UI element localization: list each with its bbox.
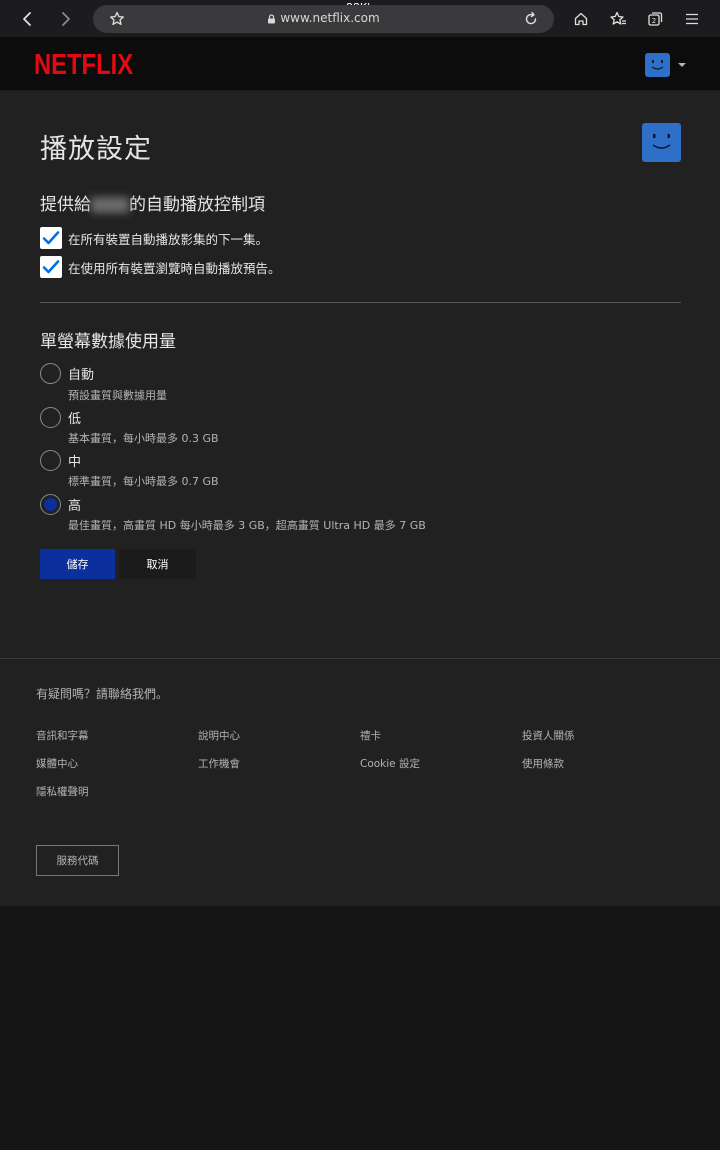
checkmark-icon: [42, 231, 60, 245]
site-footer: 有疑問嗎？請聯絡我們。 音訊和字幕 說明中心 禮卡 投資人關係 媒體中心 工作機…: [0, 658, 720, 906]
playback-settings-panel: 播放設定 提供給 的自動播放控制項 在所有裝置自動播放影集的下一集。 在使用所有裝…: [0, 91, 720, 658]
save-button[interactable]: 儲存: [40, 549, 115, 579]
section-divider: [40, 302, 681, 303]
footer-link-help-center[interactable]: 說明中心: [198, 728, 240, 743]
radio-high[interactable]: [40, 493, 61, 515]
radio-high-description: 最佳畫質，高畫質 HD 每小時最多 3 GB，超高畫質 Ultra HD 最多 …: [68, 519, 426, 532]
cancel-button[interactable]: 取消: [119, 549, 196, 579]
profile-dropdown-caret-icon[interactable]: [678, 63, 686, 67]
radio-high-label: 高: [68, 498, 82, 514]
footer-link-media-center[interactable]: 媒體中心: [36, 756, 78, 771]
data-usage-option-high[interactable]: 高: [40, 493, 81, 515]
footer-link-audio-subtitles[interactable]: 音訊和字幕: [36, 728, 89, 743]
page-bottom-background: [0, 906, 720, 1150]
radio-low-label: 低: [68, 411, 82, 427]
radio-auto-description: 預設畫質與數據用量: [68, 389, 167, 402]
address-bar[interactable]: www.netflix.com: [93, 5, 554, 33]
data-usage-heading: 單螢幕數據使用量: [40, 332, 176, 352]
footer-link-cookie-settings[interactable]: Cookie 設定: [360, 756, 420, 771]
favorites-button[interactable]: [607, 8, 629, 30]
forward-button[interactable]: [55, 8, 77, 30]
reload-icon: [525, 11, 537, 25]
chevron-right-icon: [62, 12, 70, 26]
radio-medium-label: 中: [68, 454, 82, 470]
footer-link-privacy[interactable]: 隱私權聲明: [36, 784, 89, 799]
autoplay-previews-checkbox[interactable]: [40, 256, 62, 278]
blurred-profile-name: [91, 197, 129, 213]
radio-low-description: 基本畫質，每小時最多 0.3 GB: [68, 432, 219, 445]
chevron-left-icon: [23, 12, 31, 26]
autoplay-heading: 提供給 的自動播放控制項: [40, 190, 265, 215]
data-usage-option-low[interactable]: 低: [40, 406, 81, 428]
autoplay-next-episode-label: 在所有裝置自動播放影集的下一集。: [68, 231, 269, 247]
site-header: NETFLIX: [0, 37, 720, 91]
radio-auto[interactable]: [40, 362, 61, 384]
checkmark-icon: [42, 260, 60, 274]
netflix-logo[interactable]: NETFLIX: [34, 50, 133, 80]
radio-low[interactable]: [40, 406, 61, 428]
url-text: www.netflix.com: [280, 11, 380, 25]
lock-icon: [268, 13, 276, 23]
footer-link-investors[interactable]: 投資人關係: [522, 728, 575, 743]
footer-link-gift-cards[interactable]: 禮卡: [360, 728, 381, 743]
profile-avatar[interactable]: [645, 53, 670, 77]
reload-button[interactable]: [520, 8, 542, 30]
menu-button[interactable]: [681, 8, 703, 30]
radio-auto-label: 自動: [68, 367, 95, 383]
radio-medium[interactable]: [40, 449, 61, 471]
hamburger-menu-icon: [686, 13, 698, 25]
radio-medium-description: 標準畫質，每小時最多 0.7 GB: [68, 475, 219, 488]
footer-link-terms[interactable]: 使用條款: [522, 756, 564, 771]
favorites-star-icon: [609, 11, 626, 25]
autoplay-next-episode-checkbox[interactable]: [40, 227, 62, 249]
contact-us-link[interactable]: 有疑問嗎？請聯絡我們。: [36, 685, 168, 702]
autoplay-heading-prefix: 提供給: [40, 195, 91, 215]
footer-link-jobs[interactable]: 工作機會: [198, 756, 240, 771]
home-button[interactable]: [570, 8, 592, 30]
browser-toolbar: 88Kb www.netflix.com 2: [0, 0, 720, 37]
smile-face-icon: [651, 60, 664, 70]
autoplay-previews-label: 在使用所有裝置瀏覽時自動播放預告。: [68, 260, 281, 276]
data-usage-option-auto[interactable]: 自動: [40, 362, 94, 384]
back-button[interactable]: [16, 8, 38, 30]
tabs-button[interactable]: 2: [644, 8, 666, 30]
home-icon: [574, 12, 588, 26]
profile-avatar-large: [642, 123, 681, 162]
autoplay-heading-suffix: 的自動播放控制項: [129, 195, 265, 215]
autoplay-next-episode-option[interactable]: 在所有裝置自動播放影集的下一集。: [40, 227, 268, 249]
tabs-icon: 2: [648, 12, 663, 26]
data-usage-option-medium[interactable]: 中: [40, 449, 81, 471]
page-title: 播放設定: [40, 134, 152, 165]
service-code-button[interactable]: 服務代碼: [36, 845, 119, 876]
tab-count: 2: [652, 17, 656, 25]
autoplay-previews-option[interactable]: 在使用所有裝置瀏覽時自動播放預告。: [40, 256, 281, 278]
url-display: www.netflix.com: [93, 11, 554, 25]
smile-face-icon: [652, 134, 671, 149]
